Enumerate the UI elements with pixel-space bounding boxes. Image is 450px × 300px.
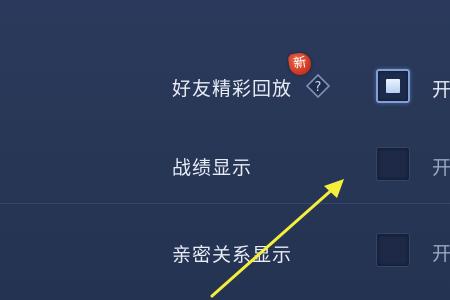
intimacy-option-label: 开	[432, 243, 450, 265]
intimacy-checkbox[interactable]	[376, 233, 410, 267]
setting-label-intimacy: 亲密关系显示	[172, 244, 293, 266]
friend-replay-option-label: 开	[432, 79, 450, 101]
friend-replay-checkbox[interactable]	[376, 69, 410, 103]
setting-label-friend-replay: 好友精彩回放	[172, 78, 293, 100]
battle-record-checkbox[interactable]	[376, 147, 410, 181]
section-divider	[0, 203, 450, 204]
battle-record-option-label: 开	[432, 157, 450, 179]
checked-indicator	[386, 79, 400, 93]
question-help-icon[interactable]: ?	[305, 73, 331, 99]
svg-text:?: ?	[315, 80, 322, 95]
setting-label-battle-record: 战绩显示	[172, 157, 253, 179]
